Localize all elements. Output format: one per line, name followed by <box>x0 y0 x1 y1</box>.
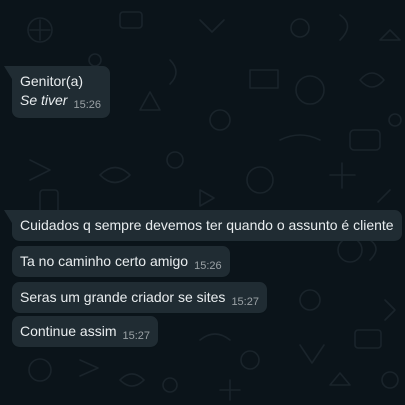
message-timestamp: 15:27 <box>231 296 259 308</box>
message-sender-name[interactable]: Genitor(a) <box>20 72 102 91</box>
message-timestamp: 15:27 <box>122 330 151 342</box>
message-bubble[interactable]: Ta no caminho certo amigo 15:26 <box>12 246 230 277</box>
message-text: Cuidados q sempre devemos ter quando o a… <box>20 217 394 233</box>
message-bubble[interactable]: Continue assim 15:27 <box>12 316 159 347</box>
message-timestamp: 15:26 <box>194 260 222 272</box>
message-timestamp: 15:26 <box>73 99 101 111</box>
message-text: Ta no caminho certo amigo <box>20 253 189 269</box>
message-text: Continue assim <box>20 323 117 339</box>
message-bubble[interactable]: Seras um grande criador se sites 15:27 <box>12 282 267 313</box>
message-text: Seras um grande criador se sites <box>20 289 226 305</box>
message-bubble[interactable]: Genitor(a) Se tiver 15:26 <box>4 66 110 118</box>
message-text: Se tiver <box>20 92 68 108</box>
message-bubble[interactable]: Cuidados q sempre devemos ter quando o a… <box>4 210 402 241</box>
